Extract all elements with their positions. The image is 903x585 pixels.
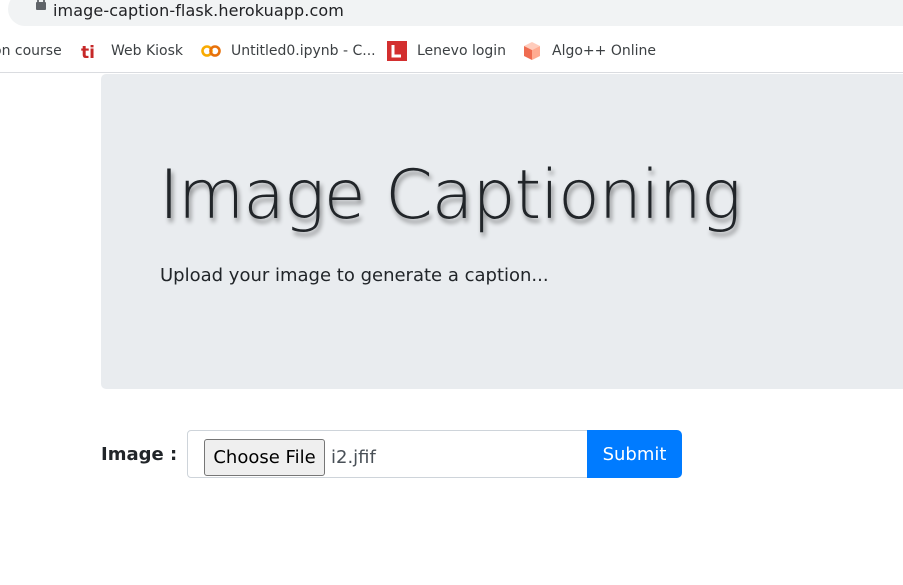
bookmark-web-kiosk[interactable]: ti Web Kiosk bbox=[81, 40, 184, 63]
bookmark-label: Algo++ Online bbox=[552, 43, 656, 59]
bookmark-lenevo[interactable]: Lenevo login bbox=[387, 40, 506, 62]
cube-icon bbox=[522, 41, 542, 61]
svg-text:ti: ti bbox=[81, 43, 95, 61]
file-input[interactable]: Choose File i2.jfif bbox=[187, 430, 589, 478]
submit-button[interactable]: Submit bbox=[587, 430, 682, 478]
bookmark-label: Untitled0.ipynb - C... bbox=[231, 43, 376, 59]
page-subtitle: Upload your image to generate a caption.… bbox=[160, 265, 549, 286]
bookmark-course[interactable]: on course bbox=[0, 40, 62, 62]
jumbotron: Image Captioning Upload your image to ge… bbox=[101, 74, 903, 389]
bookmark-label: on course bbox=[0, 43, 62, 59]
bookmarks-bar: on course ti Web Kiosk Untitled0.ipynb -… bbox=[0, 28, 903, 73]
image-field-label: Image : bbox=[101, 444, 178, 465]
ti-logo-icon: ti bbox=[81, 41, 101, 63]
l-logo-icon bbox=[387, 41, 407, 61]
address-bar: image-caption-flask.herokuapp.com bbox=[0, 0, 903, 28]
bookmark-algo[interactable]: Algo++ Online bbox=[522, 40, 656, 62]
page-title: Image Captioning bbox=[159, 156, 742, 235]
url-text[interactable]: image-caption-flask.herokuapp.com bbox=[53, 1, 344, 20]
bookmark-label: Web Kiosk bbox=[111, 43, 184, 59]
bookmark-colab[interactable]: Untitled0.ipynb - C... bbox=[201, 40, 376, 62]
selected-file-name: i2.jfif bbox=[331, 447, 376, 468]
colab-icon bbox=[201, 41, 221, 61]
lock-icon[interactable] bbox=[35, 0, 47, 10]
bookmark-label: Lenevo login bbox=[417, 43, 507, 59]
choose-file-button[interactable]: Choose File bbox=[204, 439, 325, 476]
